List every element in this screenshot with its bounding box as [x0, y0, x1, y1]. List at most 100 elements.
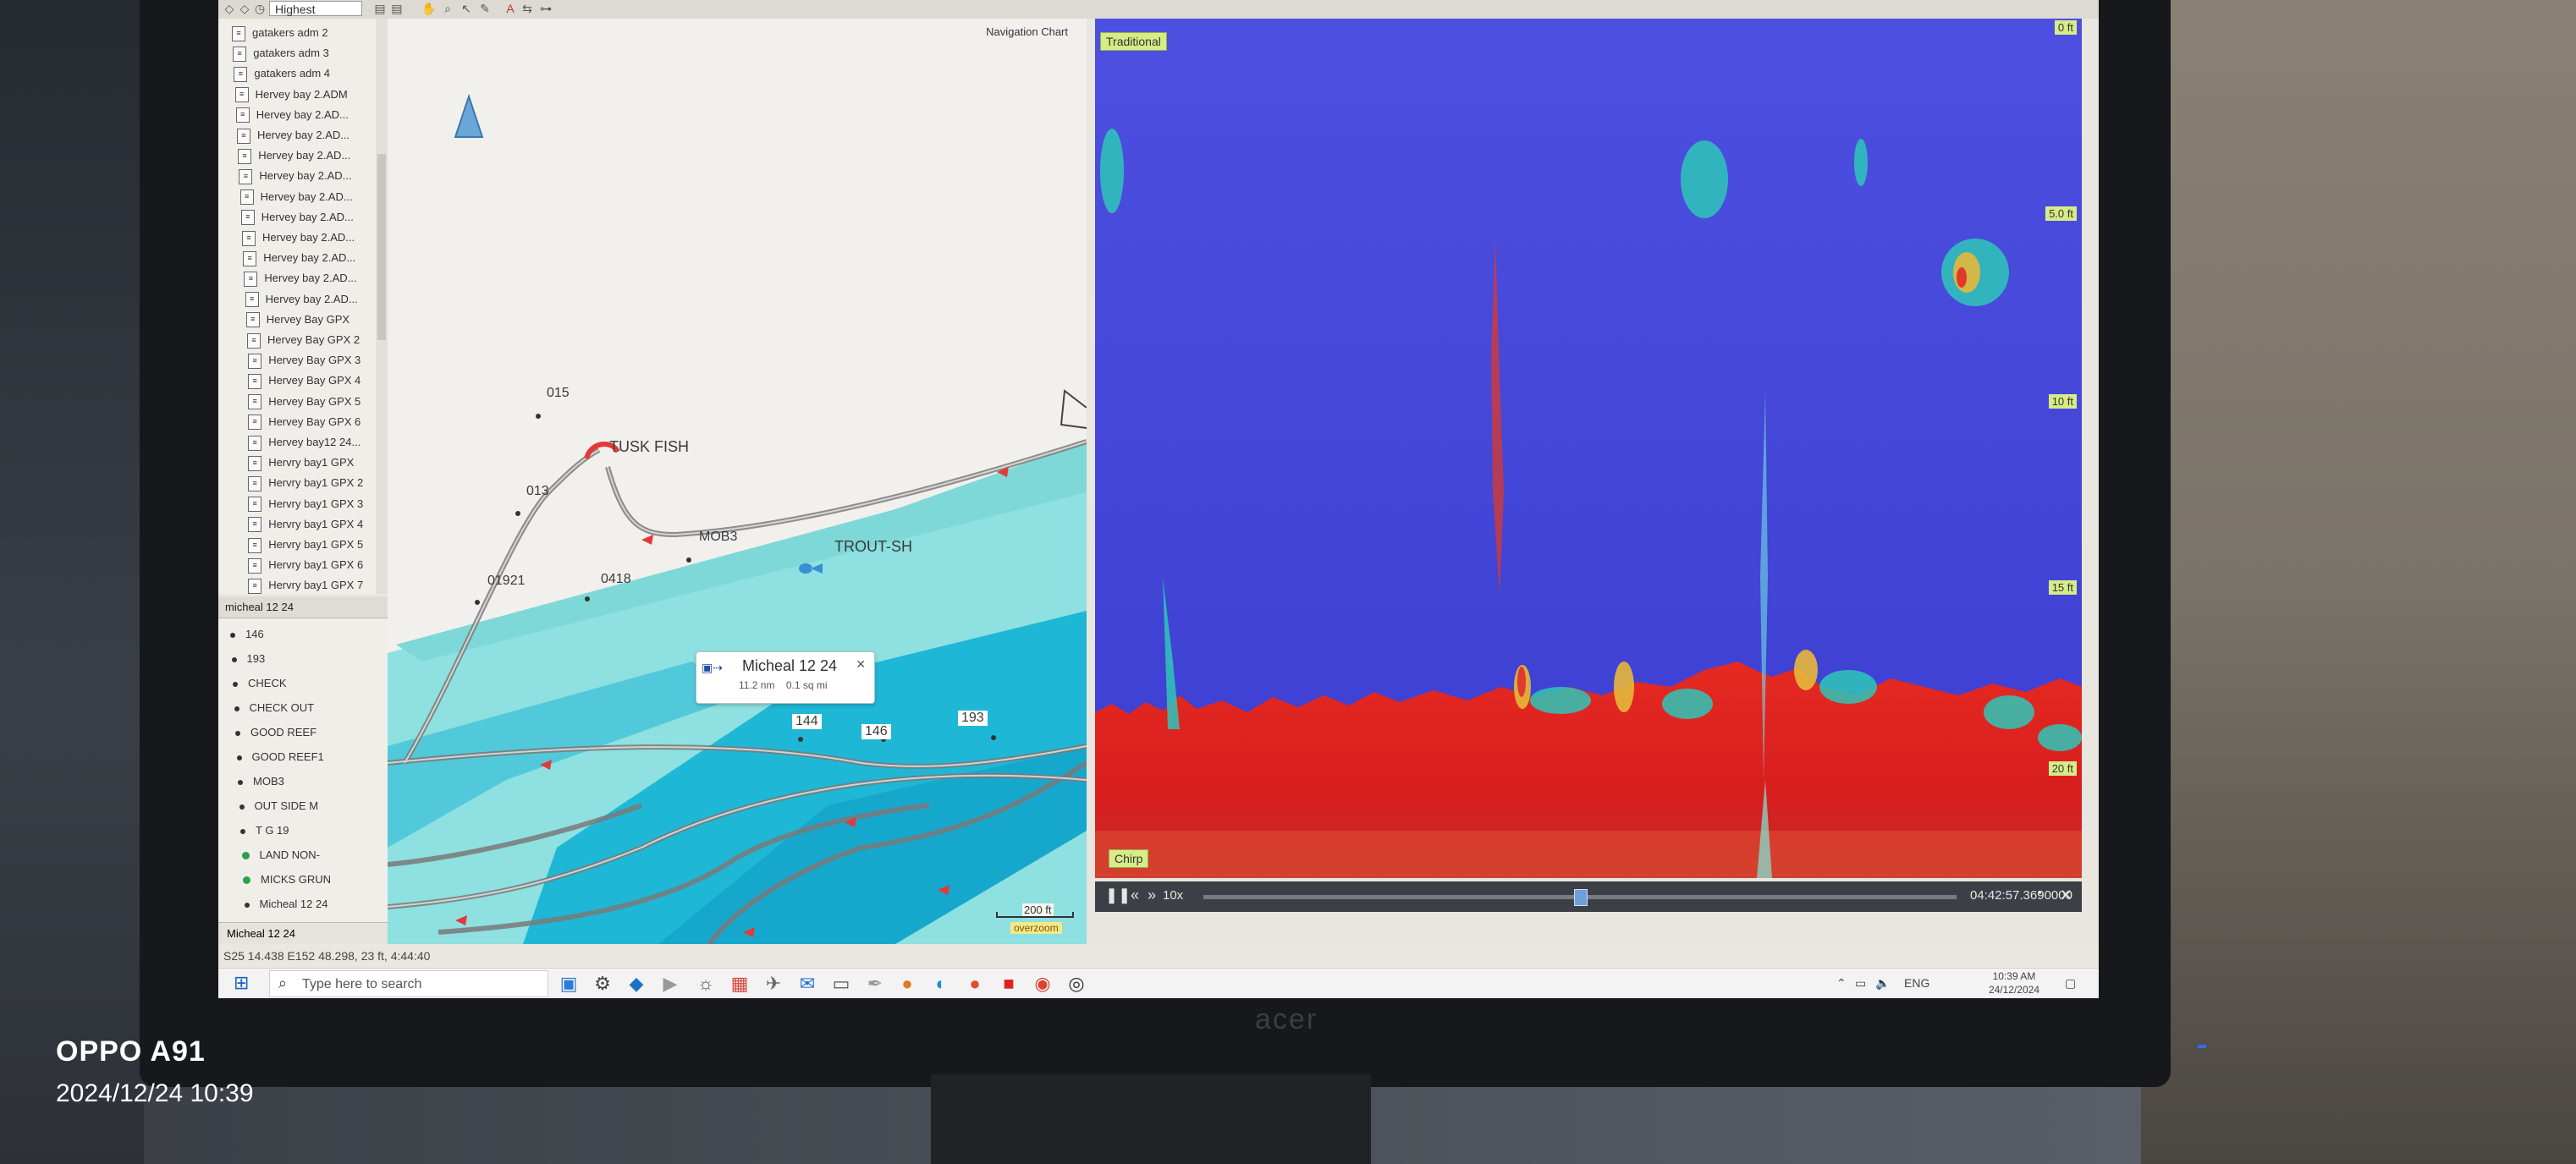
waypoint-item[interactable]: 193	[231, 647, 265, 671]
layers-icon[interactable]: ▤	[389, 2, 405, 15]
tree-item[interactable]: ≡ Hervey Bay GPX 2	[247, 331, 360, 349]
waypoint-label[interactable]: 193	[958, 711, 988, 726]
tree-item[interactable]: ≡ Hervey bay 2.AD...	[244, 269, 357, 288]
tree-item[interactable]: ≡ Hervey bay 2.ADM	[234, 85, 348, 104]
waypoint-label[interactable]: 146	[861, 724, 891, 739]
tree-item[interactable]: ≡ Hervry bay1 GPX 5	[248, 535, 363, 554]
search-input[interactable]: Type here to search	[302, 977, 421, 992]
tree-item[interactable]: ≡ Hervry bay1 GPX 3	[248, 495, 363, 513]
waypoint-item[interactable]: GOOD REEF1	[236, 745, 324, 769]
tree-item[interactable]: ≡ Hervey Bay GPX 6	[248, 413, 361, 431]
chevron-up-icon[interactable]: ⌃	[1836, 976, 1847, 991]
route-popup[interactable]: ▣⇢ Micheal 12 24 ✕ 11.2 nm 0.1 sq mi	[696, 651, 875, 704]
sonar-view[interactable]: Traditional Chirp 0 ft 5.0 ft 10 ft 15 f…	[1095, 19, 2082, 878]
tree-item[interactable]: ≡ Hervey bay 2.AD...	[242, 228, 355, 247]
tree-item[interactable]: ≡ Hervey Bay GPX 4	[248, 371, 361, 390]
playback-thumb[interactable]	[1574, 889, 1588, 906]
waypoint-label[interactable]: MOB3	[699, 530, 737, 545]
tree-item[interactable]: ≡ Hervry bay1 GPX	[248, 453, 354, 472]
tree-item[interactable]: ≡ Hervey bay 2.AD...	[240, 208, 354, 227]
clock-icon[interactable]: ◷	[252, 2, 267, 15]
waypoint-item[interactable]: GOOD REEF	[235, 721, 316, 744]
waypoint-label[interactable]: 015	[547, 386, 570, 401]
tree-item[interactable]: ≡ Hervey bay 2.AD...	[245, 290, 358, 309]
media-player-icon[interactable]: ▶	[658, 972, 682, 996]
waypoint-item[interactable]: OUT SIDE M	[239, 794, 318, 818]
task-view-icon[interactable]: ▣	[557, 972, 581, 996]
tree-item[interactable]: ≡ gatakers adm 2	[232, 24, 328, 42]
diamond-icon[interactable]: ◇	[222, 2, 237, 15]
red-app-icon[interactable]: ■	[997, 972, 1021, 996]
firefox-icon[interactable]: ●	[895, 972, 919, 996]
tree-item[interactable]: ≡ Hervey bay 2.AD...	[243, 249, 355, 267]
network-icon[interactable]: ▭	[1855, 976, 1866, 991]
tree-scroll-thumb[interactable]	[377, 154, 386, 340]
tree-item[interactable]: ≡ Hervey Bay GPX 5	[248, 393, 361, 411]
steam-icon[interactable]: ◎	[1065, 972, 1088, 996]
volume-icon[interactable]: 🔈	[1875, 976, 1890, 991]
playback-speed[interactable]: 10x	[1163, 888, 1183, 903]
tree-item[interactable]: ≡ Hervey Bay GPX 3	[248, 351, 361, 370]
rewind-icon[interactable]: «	[1131, 887, 1139, 904]
waypoint-item[interactable]: MICKS GRUN	[243, 868, 331, 892]
pointer-icon[interactable]: ↖	[459, 2, 474, 15]
tree-item[interactable]: ≡ Hervry bay1 GPX 2	[248, 474, 363, 492]
waypoint-item[interactable]: MOB3	[238, 770, 284, 793]
waypoint-item[interactable]: CHECK	[233, 672, 287, 695]
edge-icon[interactable]: ◐	[929, 972, 953, 996]
tree-item[interactable]: ≡ Hervry bay1 GPX 6	[248, 556, 363, 574]
waypoint-label[interactable]: 013	[526, 484, 549, 499]
tree-item[interactable]: ≡ Hervey bay 2.AD...	[237, 126, 350, 145]
text-tool-icon[interactable]: A	[503, 2, 518, 15]
garmin-icon[interactable]: ◉	[1031, 972, 1054, 996]
waypoint-item[interactable]: Micheal 12 24	[244, 892, 328, 916]
waypoint-label[interactable]: 01921	[487, 574, 526, 589]
browser-icon[interactable]: ●	[963, 972, 987, 996]
hand-pan-icon[interactable]: ✋	[421, 2, 437, 15]
waypoint-item[interactable]: CHECK OUT	[234, 696, 314, 720]
bird-app-icon[interactable]: ✈	[762, 972, 785, 996]
file-icon[interactable]: ▭	[829, 972, 853, 996]
waypoint-item[interactable]: T G 19	[240, 819, 289, 843]
taskbar-clock[interactable]: 10:39 AM 24/12/2024	[1989, 969, 2039, 997]
tree-item[interactable]: ≡ Hervey bay 2.AD...	[235, 106, 349, 124]
waypoint-item[interactable]: 146	[230, 623, 264, 646]
waypoint-label[interactable]: TUSK FISH	[609, 438, 689, 456]
language-indicator[interactable]: ENG	[1904, 976, 1929, 990]
zoom-icon[interactable]: ⌕	[440, 2, 455, 15]
pause-icon[interactable]: ❚❚	[1105, 887, 1131, 904]
app-icon[interactable]: ◆	[625, 972, 648, 996]
layers-icon[interactable]: ▤	[372, 2, 388, 15]
widgets-icon[interactable]: ▦	[728, 972, 751, 996]
tree-item[interactable]: ≡ Hervry bay1 GPX 4	[248, 515, 363, 534]
speed-dial-icon[interactable]: ◔	[2034, 887, 2043, 902]
waypoint-label[interactable]: 144	[792, 714, 822, 729]
tree-item[interactable]: ≡ Hervey bay 2.AD...	[238, 146, 350, 165]
navigation-chart[interactable]: Navigation Chart 015 TUSK FISH 013 MOB3 …	[388, 19, 1088, 944]
tree-item[interactable]: ≡ Hervey bay 2.AD...	[239, 188, 353, 206]
diamond-icon[interactable]: ◇	[237, 2, 252, 15]
route-tool-icon[interactable]: ⇆	[520, 2, 535, 15]
taskbar-search[interactable]: ⌕ Type here to search	[269, 970, 548, 997]
sonar-frequency-tag[interactable]: Chirp	[1109, 849, 1149, 868]
close-icon[interactable]: ✕	[2060, 887, 2072, 904]
windows-start-icon[interactable]: ⊞	[234, 974, 252, 992]
fast-forward-icon[interactable]: »	[1148, 887, 1156, 904]
ruler-icon[interactable]: ✎	[477, 2, 493, 15]
pen-app-icon[interactable]: ✒	[863, 972, 887, 996]
tree-item[interactable]: ≡ Hervey Bay GPX	[245, 310, 350, 329]
sonar-mode-tag[interactable]: Traditional	[1100, 32, 1167, 51]
quality-select[interactable]: Highest	[269, 1, 362, 16]
tree-item[interactable]: ≡ Hervey bay12 24...	[248, 433, 361, 452]
tree-scrollbar[interactable]	[376, 19, 388, 594]
tree-item[interactable]: ≡ Hervry bay1 GPX 7	[248, 576, 363, 595]
tree-item[interactable]: ≡ gatakers adm 4	[234, 64, 330, 83]
sun-app-icon[interactable]: ☼	[694, 972, 718, 996]
close-icon[interactable]: ✕	[856, 657, 866, 672]
waypoint-label[interactable]: TROUT-SH	[834, 538, 912, 556]
waypoint-item[interactable]: LAND NON-	[241, 843, 320, 867]
waypoint-label[interactable]: 0418	[601, 572, 631, 587]
outlook-icon[interactable]: ✉	[795, 972, 819, 996]
notification-icon[interactable]: ▢	[2065, 976, 2076, 991]
tree-item[interactable]: ≡ Hervey bay 2.AD...	[239, 167, 352, 185]
